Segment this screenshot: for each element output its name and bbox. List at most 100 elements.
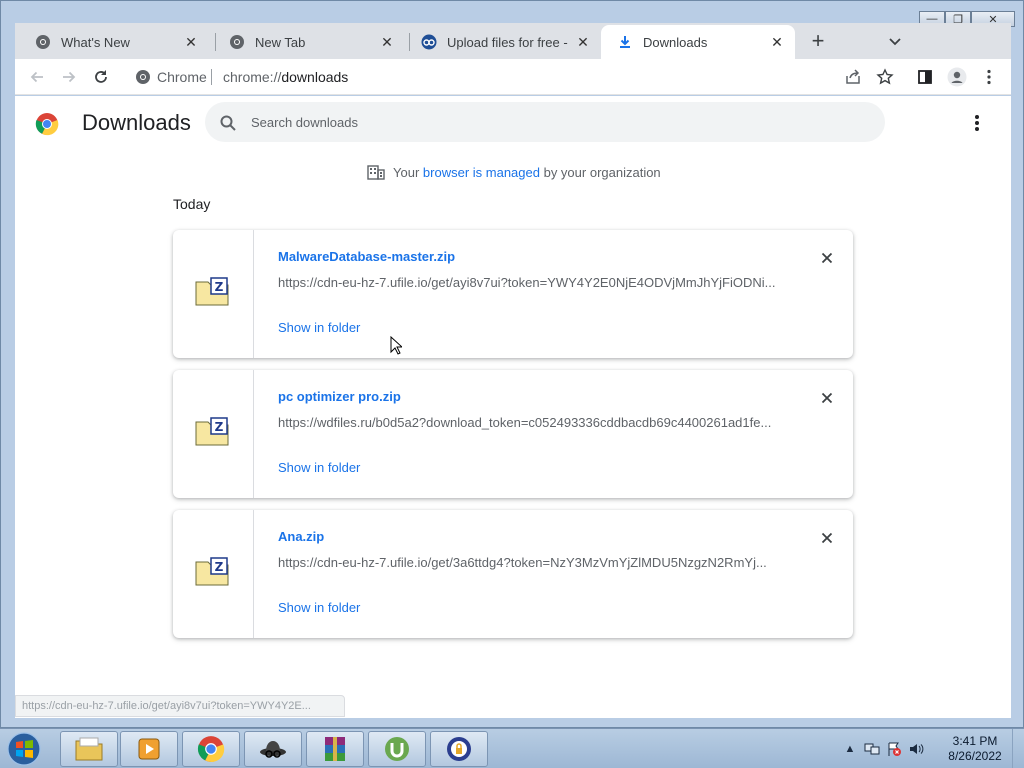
download-filename-link[interactable]: pc optimizer pro.zip (278, 389, 401, 404)
omnibox-divider (211, 69, 212, 85)
chrome-menu-button[interactable] (979, 67, 999, 87)
volume-icon[interactable] (908, 741, 924, 757)
tab-whats-new[interactable]: What's New ✕ (19, 25, 209, 59)
taskbar-winrar-button[interactable] (306, 731, 364, 767)
tab-label: Upload files for free - M (447, 34, 569, 50)
download-icon-column: Z (173, 230, 254, 358)
download-item: Z Ana.zip https://cdn-eu-hz-7.ufile.io/g… (173, 510, 853, 638)
taskbar-utorrent-button[interactable] (368, 731, 426, 767)
downloads-page: Downloads Your browser is managed by you… (15, 96, 1011, 718)
close-icon (821, 532, 833, 544)
start-button[interactable] (4, 731, 48, 767)
media-player-icon (138, 738, 160, 760)
show-in-folder-link[interactable]: Show in folder (278, 460, 360, 475)
windows-logo-icon (7, 732, 41, 766)
action-center-flag-icon[interactable] (886, 741, 902, 757)
download-source-url[interactable]: https://cdn-eu-hz-7.ufile.io/get/ayi8v7u… (278, 275, 778, 290)
svg-text:Z: Z (215, 560, 224, 574)
tab-close-icon[interactable]: ✕ (769, 34, 785, 50)
managed-prefix: Your (393, 164, 420, 180)
utorrent-icon (385, 737, 409, 761)
folder-icon (75, 737, 103, 761)
winrar-icon (325, 737, 345, 761)
remove-download-button[interactable] (817, 248, 837, 268)
remove-download-button[interactable] (817, 528, 837, 548)
show-in-folder-link[interactable]: Show in folder (278, 320, 360, 335)
omnibox-url[interactable]: chrome://downloads (223, 69, 348, 85)
managed-notice: Your browser is managed by your organiza… (367, 164, 661, 180)
chrome-icon (230, 35, 244, 49)
chrome-logo-icon (35, 113, 59, 136)
chrome-icon (136, 70, 150, 84)
new-tab-button[interactable]: + (807, 30, 829, 53)
download-item: Z pc optimizer pro.zip https://wdfiles.r… (173, 370, 853, 498)
kebab-dot (975, 127, 979, 131)
search-input[interactable] (251, 102, 851, 142)
managed-link[interactable]: browser is managed (423, 165, 540, 180)
more-actions-button[interactable] (967, 112, 987, 134)
download-item: Z MalwareDatabase-master.zip https://cdn… (173, 230, 853, 358)
taskbar-spy-app-button[interactable] (244, 731, 302, 767)
clock-time: 3:41 PM (952, 734, 998, 748)
link-status-bubble: https://cdn-eu-hz-7.ufile.io/get/ayi8v7u… (15, 695, 345, 717)
zip-icon: Z (195, 557, 229, 586)
tab-close-icon[interactable]: ✕ (575, 34, 591, 50)
tab-search-chevron-icon[interactable] (887, 33, 903, 49)
tab-new-tab[interactable]: New Tab ✕ (213, 25, 405, 59)
tab-upload-files[interactable]: Upload files for free - M ✕ (405, 25, 601, 59)
reload-button[interactable] (91, 67, 111, 87)
arrow-right-icon (63, 71, 76, 83)
show-desktop-button[interactable] (1012, 729, 1024, 768)
bookmark-button[interactable] (875, 67, 895, 87)
taskbar-chrome-button[interactable] (182, 731, 240, 767)
download-source-url[interactable]: https://wdfiles.ru/b0d5a2?download_token… (278, 415, 778, 430)
tab-close-icon[interactable]: ✕ (379, 34, 395, 50)
browser-toolbar: Chrome chrome://downloads (15, 59, 1011, 95)
tab-close-icon[interactable]: ✕ (183, 34, 199, 50)
download-source-url[interactable]: https://cdn-eu-hz-7.ufile.io/get/3a6ttdg… (278, 555, 778, 570)
download-filename-link[interactable]: MalwareDatabase-master.zip (278, 249, 455, 264)
taskbar-explorer-button[interactable] (60, 731, 118, 767)
tab-label: New Tab (255, 34, 306, 50)
kebab-dot (975, 115, 979, 119)
network-icon[interactable] (864, 741, 880, 757)
arrow-left-icon (30, 71, 43, 83)
search-icon (220, 115, 236, 131)
speaker-icon (910, 744, 924, 754)
tab-label: Downloads (643, 34, 708, 50)
omnibox[interactable]: Chrome chrome://downloads (125, 63, 867, 91)
share-button[interactable] (843, 67, 863, 87)
side-panel-button[interactable] (915, 67, 935, 87)
show-in-folder-link[interactable]: Show in folder (278, 600, 360, 615)
forward-button[interactable] (59, 67, 79, 87)
remove-download-button[interactable] (817, 388, 837, 408)
mouse-cursor-icon (390, 336, 402, 355)
search-box[interactable] (205, 102, 885, 142)
sidepanel-icon (918, 70, 932, 84)
reload-icon (95, 70, 107, 83)
managed-suffix: by your organization (543, 164, 661, 180)
taskbar-media-player-button[interactable] (120, 731, 178, 767)
building-icon (367, 165, 385, 180)
zip-icon: Z (195, 277, 229, 306)
kebab-dot (975, 121, 979, 125)
profile-button[interactable] (947, 67, 967, 87)
kebab-icon (987, 69, 991, 85)
url-scheme: chrome:// (223, 69, 282, 85)
omnibox-site-label: Chrome (157, 69, 207, 85)
taskbar-clock[interactable]: 3:41 PM 8/26/2022 (940, 734, 1010, 764)
url-path: downloads (281, 69, 349, 85)
download-icon-column: Z (173, 370, 254, 498)
chrome-icon (197, 736, 225, 763)
clock-date: 8/26/2022 (948, 749, 1002, 763)
tray-expand-icon[interactable]: ▲ (842, 741, 858, 757)
profile-icon (947, 67, 967, 87)
download-filename-link[interactable]: Ana.zip (278, 529, 324, 544)
chrome-icon (36, 35, 50, 49)
svg-text:Z: Z (215, 280, 224, 294)
tab-downloads[interactable]: Downloads ✕ (601, 25, 795, 59)
back-button[interactable] (27, 67, 47, 87)
ufile-icon (421, 34, 437, 50)
taskbar-vpn-button[interactable] (430, 731, 488, 767)
taskbar: ▲ 3:41 PM 8/26/2022 (0, 728, 1024, 768)
